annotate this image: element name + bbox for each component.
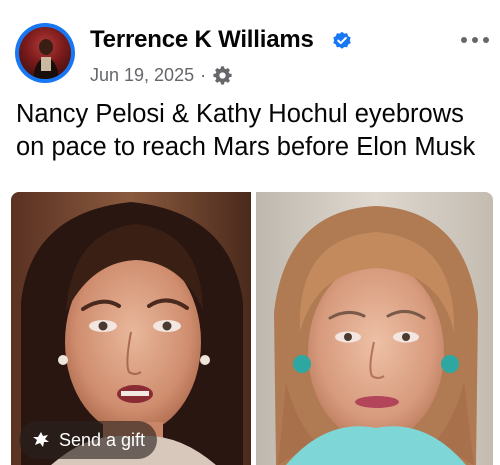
gift-icon — [31, 430, 51, 450]
post-caption: Nancy Pelosi & Kathy Hochul eyebrows on … — [16, 100, 476, 161]
more-options-icon[interactable] — [458, 30, 492, 50]
post-date[interactable]: Jun 19, 2025 — [90, 65, 194, 86]
verified-badge-icon — [332, 31, 352, 51]
author-name[interactable]: Terrence K Williams — [90, 26, 314, 54]
post-header: Terrence K Williams Jun 19, 2025 · — [0, 0, 500, 96]
post-photo-right[interactable] — [256, 192, 493, 465]
avatar-image[interactable] — [19, 27, 71, 79]
meta-separator: · — [200, 64, 207, 85]
post-meta: Jun 19, 2025 · — [90, 63, 233, 87]
avatar[interactable] — [15, 23, 75, 83]
send-gift-button[interactable]: Send a gift — [19, 421, 157, 459]
send-gift-label: Send a gift — [59, 429, 146, 450]
gear-icon[interactable] — [212, 65, 233, 86]
